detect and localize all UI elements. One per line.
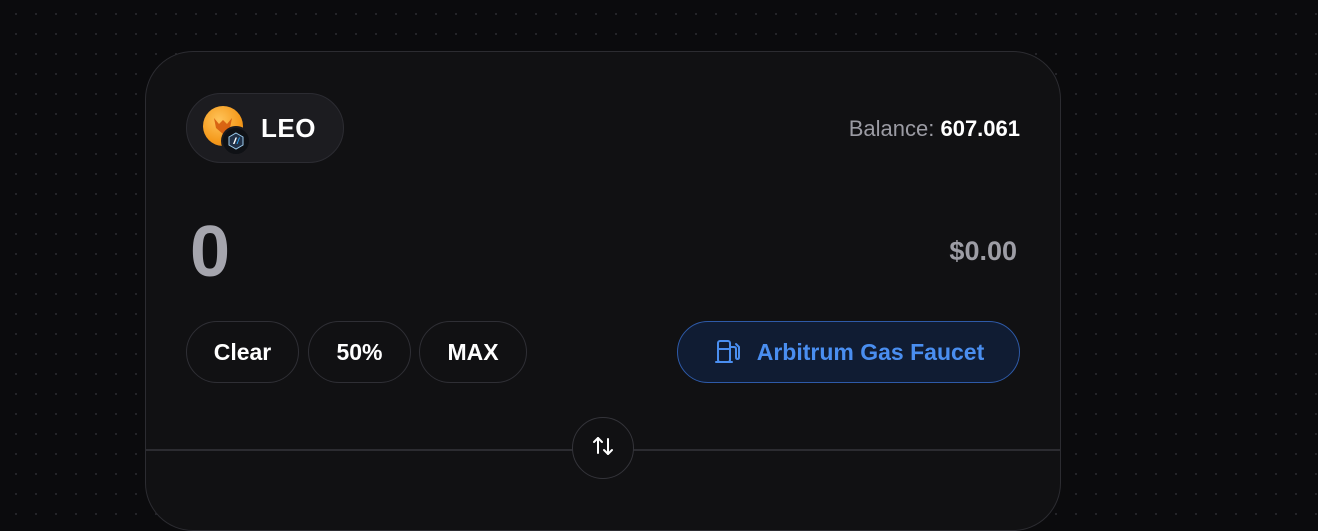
clear-button[interactable]: Clear — [186, 321, 299, 383]
usd-value: $0.00 — [949, 236, 1017, 266]
arbitrum-chain-icon — [221, 126, 251, 156]
token-symbol: LEO — [261, 112, 316, 143]
half-amount-button[interactable]: 50% — [308, 321, 411, 383]
gas-pump-icon — [713, 337, 743, 367]
balance-value: 607.061 — [940, 116, 1020, 141]
swap-arrows-icon — [590, 433, 616, 464]
swap-direction-button[interactable] — [572, 417, 634, 479]
gas-faucet-label: Arbitrum Gas Faucet — [756, 338, 985, 365]
amount-input[interactable]: 0 — [190, 214, 230, 290]
token-icon-group — [203, 106, 251, 156]
balance-display: Balance: 607.061 — [849, 116, 1020, 142]
balance-label: Balance: — [848, 116, 935, 141]
gas-faucet-button[interactable]: Arbitrum Gas Faucet — [677, 321, 1020, 383]
token-selector-button[interactable]: LEO — [186, 93, 344, 163]
max-amount-button[interactable]: MAX — [419, 321, 527, 383]
swap-card: LEO Balance: 607.061 0 $0.00 Clear 50% M… — [145, 51, 1061, 531]
